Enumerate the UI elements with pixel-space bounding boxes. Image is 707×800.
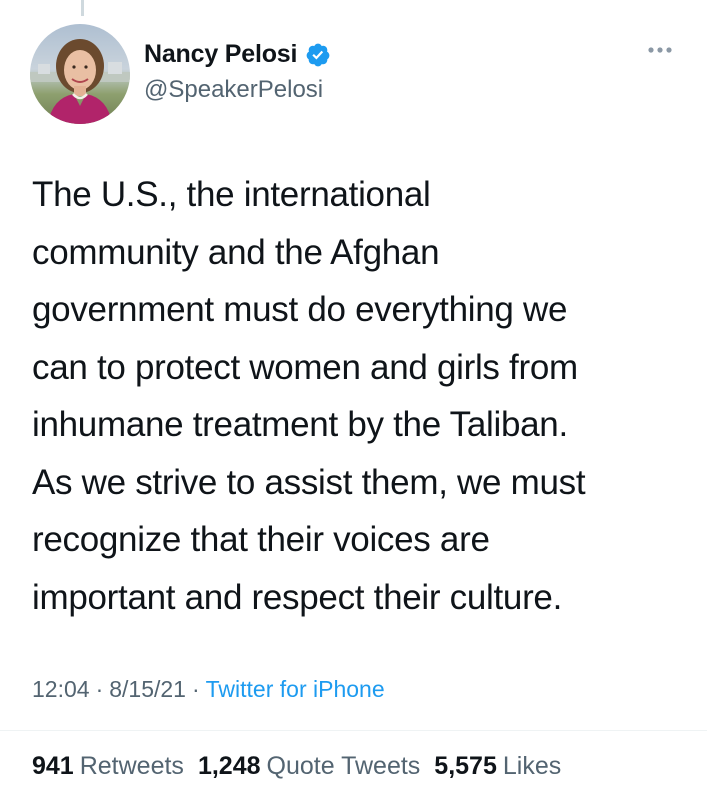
likes-label: Likes bbox=[502, 752, 562, 780]
tweet-date[interactable]: 8/15/21 bbox=[109, 676, 186, 702]
author-handle[interactable]: @SpeakerPelosi bbox=[144, 76, 323, 104]
meta-separator: · bbox=[191, 676, 200, 702]
author-display-name[interactable]: Nancy Pelosi bbox=[144, 40, 297, 69]
retweets-stat[interactable]: 941 Retweets bbox=[32, 752, 184, 781]
retweets-label: Retweets bbox=[79, 752, 184, 780]
tweet-text: The U.S., the international community an… bbox=[32, 175, 586, 617]
quote-tweets-label: Quote Tweets bbox=[266, 752, 421, 780]
avatar[interactable] bbox=[30, 24, 130, 124]
tweet-source-link[interactable]: Twitter for iPhone bbox=[206, 676, 385, 702]
thread-connector-line bbox=[81, 0, 84, 16]
avatar-photo bbox=[30, 39, 130, 124]
retweets-count: 941 bbox=[32, 752, 74, 780]
author-name-row: Nancy Pelosi bbox=[144, 40, 331, 69]
meta-separator: · bbox=[95, 676, 104, 702]
quote-tweets-count: 1,248 bbox=[197, 752, 261, 780]
engagement-stats: 941 Retweets 1,248 Quote Tweets 5,575 Likes bbox=[32, 752, 561, 781]
tweet-metadata: 12:04 · 8/15/21 · Twitter for iPhone bbox=[32, 676, 385, 703]
likes-count: 5,575 bbox=[434, 752, 497, 780]
verified-badge-icon bbox=[305, 42, 331, 68]
tweet-time[interactable]: 12:04 bbox=[32, 676, 90, 702]
divider bbox=[0, 730, 707, 731]
more-options-icon[interactable] bbox=[642, 38, 678, 62]
quote-tweets-stat[interactable]: 1,248 Quote Tweets bbox=[198, 752, 420, 781]
likes-stat[interactable]: 5,575 Likes bbox=[434, 752, 561, 781]
